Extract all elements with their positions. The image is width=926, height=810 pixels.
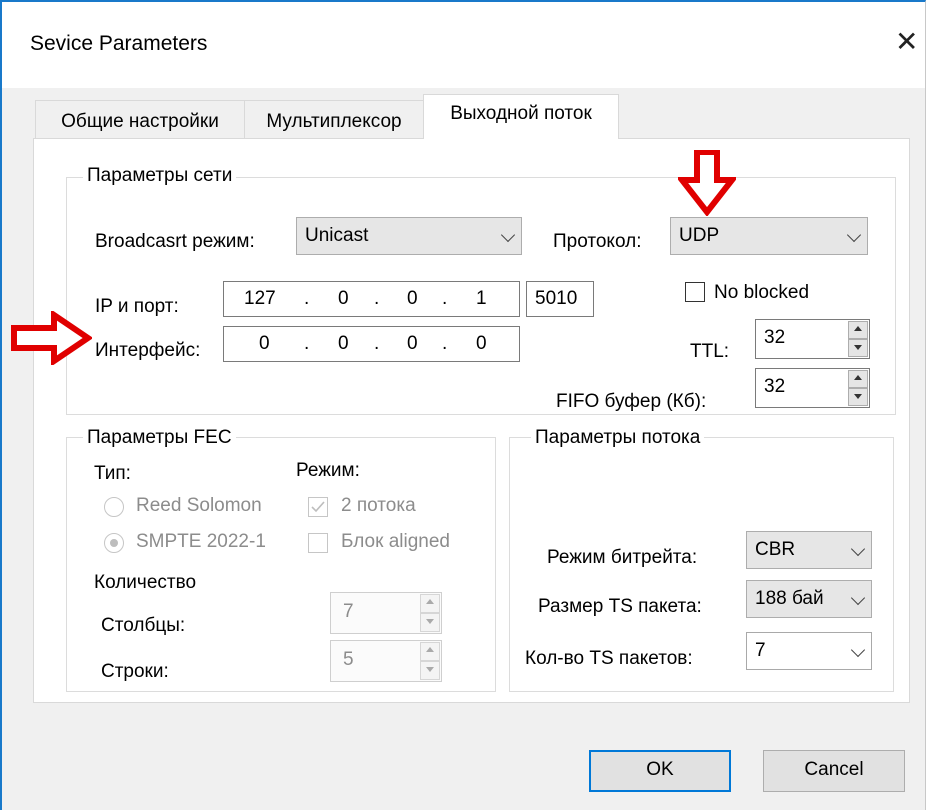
spin-up-button[interactable] (420, 642, 440, 661)
ts-count-value: 7 (755, 640, 766, 661)
broadcast-mode-label: Broadcasrt режим: (95, 231, 255, 252)
ip-dot: . (442, 333, 448, 354)
protocol-value: UDP (679, 225, 720, 246)
ts-size-label: Размер TS пакета: (538, 596, 702, 617)
interface-octet-1: 0 (259, 333, 270, 354)
tab-multiplexer[interactable]: Мультиплексор (244, 100, 424, 140)
tab-general[interactable]: Общие настройки (35, 100, 245, 140)
ip-octet-1: 127 (244, 288, 276, 309)
arrow-down-icon (854, 394, 862, 399)
ip-port-label: IP и порт: (95, 296, 179, 317)
arrow-up-icon (426, 599, 434, 604)
block-aligned-checkbox[interactable] (308, 533, 328, 553)
interface-field[interactable]: 0 . 0 . 0 . 0 (223, 326, 520, 362)
stream-group-title: Параметры потока (531, 427, 705, 449)
arrow-down-icon (854, 345, 862, 350)
ok-button[interactable]: OK (589, 750, 731, 792)
ip-dot: . (304, 333, 310, 354)
columns-value: 7 (343, 601, 354, 622)
ts-size-value: 188 бай (755, 588, 824, 609)
ip-address-field[interactable]: 127 . 0 . 0 . 1 (223, 281, 520, 317)
protocol-select[interactable]: UDP (670, 217, 868, 255)
ip-dot: . (374, 288, 380, 309)
arrow-up-icon (854, 326, 862, 331)
spin-up-button[interactable] (848, 370, 868, 388)
interface-octet-2: 0 (338, 333, 349, 354)
reed-solomon-label: Reed Solomon (136, 495, 262, 516)
interface-octet-4: 0 (476, 333, 487, 354)
reed-solomon-radio[interactable] (104, 497, 124, 517)
broadcast-mode-select[interactable]: Unicast (296, 217, 522, 255)
arrow-down-icon (426, 619, 434, 624)
checkmark-icon (311, 501, 325, 513)
spin-up-button[interactable] (848, 321, 868, 339)
bitrate-mode-value: CBR (755, 539, 796, 560)
spin-up-button[interactable] (420, 594, 440, 613)
ttl-value: 32 (764, 327, 786, 348)
annotation-arrow-down-icon (678, 150, 736, 216)
smpte-radio[interactable] (104, 533, 124, 553)
no-blocked-checkbox[interactable] (685, 282, 705, 302)
interface-label: Интерфейс: (95, 340, 201, 361)
close-icon[interactable]: ✕ (895, 28, 918, 56)
bitrate-mode-select[interactable]: CBR (746, 531, 872, 569)
chevron-down-icon (850, 541, 866, 557)
ip-octet-2: 0 (338, 288, 349, 309)
two-streams-label: 2 потока (341, 495, 416, 516)
annotation-arrow-right-icon (11, 311, 92, 365)
broadcast-mode-value: Unicast (305, 225, 369, 246)
ttl-spinner[interactable]: 32 (755, 319, 870, 359)
columns-spinner[interactable]: 7 (330, 592, 442, 634)
fec-type-label: Тип: (94, 463, 131, 484)
chevron-down-icon (500, 227, 516, 243)
cancel-button[interactable]: Cancel (763, 750, 905, 792)
radio-selected-dot (110, 539, 118, 547)
ip-dot: . (304, 288, 310, 309)
tab-output-stream[interactable]: Выходной поток (423, 94, 619, 139)
rows-spinner[interactable]: 5 (330, 640, 442, 682)
two-streams-checkbox[interactable] (308, 497, 328, 517)
ip-octet-4: 1 (476, 288, 487, 309)
window-title: Sevice Parameters (30, 32, 208, 55)
arrow-down-icon (426, 667, 434, 672)
ts-count-label: Кол-во TS пакетов: (525, 648, 693, 669)
arrow-up-icon (854, 375, 862, 380)
ip-dot: . (374, 333, 380, 354)
bitrate-mode-label: Режим битрейта: (547, 547, 698, 568)
ip-dot: . (442, 288, 448, 309)
fifo-label: FIFO буфер (Кб): (556, 391, 707, 412)
count-label: Количество (94, 572, 197, 593)
interface-octet-3: 0 (407, 333, 418, 354)
rows-label: Строки: (101, 661, 169, 682)
spin-down-button[interactable] (848, 339, 868, 357)
port-field[interactable]: 5010 (526, 281, 594, 317)
arrow-up-icon (426, 647, 434, 652)
protocol-label: Протокол: (553, 231, 642, 252)
columns-label: Столбцы: (101, 615, 186, 636)
fifo-spinner[interactable]: 32 (755, 368, 870, 408)
ts-count-select[interactable]: 7 (746, 632, 872, 670)
rows-value: 5 (343, 649, 354, 670)
chevron-down-icon (850, 642, 866, 658)
fec-mode-label: Режим: (296, 460, 360, 481)
smpte-label: SMPTE 2022-1 (136, 531, 266, 552)
ttl-label: TTL: (690, 341, 730, 362)
network-group-title: Параметры сети (83, 165, 237, 187)
spin-down-button[interactable] (848, 388, 868, 406)
ts-size-select[interactable]: 188 бай (746, 580, 872, 618)
block-aligned-label: Блок aligned (341, 531, 450, 552)
spin-down-button[interactable] (420, 613, 440, 632)
fifo-value: 32 (764, 376, 786, 397)
chevron-down-icon (846, 227, 862, 243)
fec-group-title: Параметры FEC (83, 427, 236, 449)
spin-down-button[interactable] (420, 661, 440, 680)
no-blocked-label: No blocked (714, 282, 810, 303)
ip-octet-3: 0 (407, 288, 418, 309)
chevron-down-icon (850, 590, 866, 606)
